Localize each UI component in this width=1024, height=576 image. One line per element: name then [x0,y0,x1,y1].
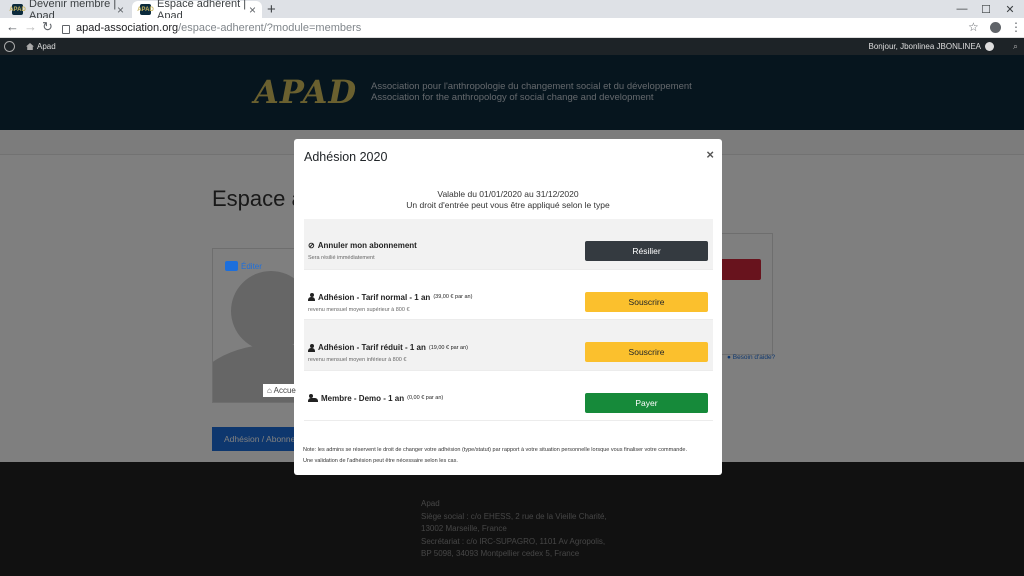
adminbar-site-link[interactable]: Apad [26,42,56,51]
avatar [985,42,994,51]
url-host: apad-association.org [76,22,179,34]
new-tab-icon[interactable]: + [267,1,276,18]
reload-icon[interactable]: ↻ [42,19,53,35]
browser-menu-icon[interactable]: ⋮ [1010,20,1022,34]
plan-name: ⊘ Annuler mon abonnement [308,241,417,250]
plan-name: Adhésion - Tarif réduit - 1 an (19,00 € … [308,343,468,352]
validity-info: Valable du 01/01/2020 au 31/12/2020 Un d… [406,189,610,210]
plan-name: Adhésion - Tarif normal - 1 an (39,00 € … [308,293,472,302]
back-icon[interactable]: ← [6,19,19,34]
edit-avatar-link[interactable]: Éditer [225,261,262,271]
cancel-subscription-button[interactable]: Résilier [585,241,708,261]
site-name: Apad [37,42,56,51]
url-path: /espace-adherent/?module=members [178,22,362,34]
membership-modal: Adhésion 2020 × Valable du 01/01/2020 au… [294,139,722,475]
window-close-icon[interactable]: ✕ [998,0,1022,18]
home-link[interactable]: ⌂ Accue [263,384,300,397]
bookmark-star-icon[interactable]: ☆ [968,20,979,34]
plan-price: (19,00 € par an) [428,344,468,351]
apad-favicon-icon: APAD [137,4,154,15]
browser-toolbar: ← → ↻ apad-association.org/espace-adhere… [0,18,1024,38]
browser-tabbar: APAD Devenir membre | Apad × APAD Espace… [0,0,1024,22]
wordpress-logo-icon[interactable] [4,41,15,52]
user-slash-icon: ⊘ [308,241,315,250]
plan-price: (0,00 € par an) [407,395,444,401]
plan-cancel: ⊘ Annuler mon abonnement Sera résilié im… [304,219,713,270]
close-tab-icon[interactable]: × [117,3,124,17]
plan-name: Membre - Demo - 1 an (0,00 € par an) [308,394,443,403]
wp-admin-bar: Apad Bonjour, Jbonlinea JBONLINEA ⌕ [0,38,1024,55]
modal-title: Adhésion 2020 [304,150,388,164]
home-icon [26,43,34,50]
plans-list: ⊘ Annuler mon abonnement Sera résilié im… [304,219,713,421]
users-icon [308,394,318,402]
plan-reduced: Adhésion - Tarif réduit - 1 an (19,00 € … [304,320,713,371]
modal-note: Note: les admins se réservent le droit d… [303,447,687,464]
plan-price: (39,00 € par an) [433,294,473,300]
forward-icon[interactable]: → [24,19,37,34]
plan-description: revenu mensuel moyen supérieur à 800 € [308,306,410,313]
subscribe-normal-button[interactable]: Souscrire [585,291,708,312]
browser-profile-icon[interactable] [990,22,1001,33]
maximize-icon[interactable]: ☐ [974,0,998,18]
user-icon [308,293,315,301]
subscribe-reduced-button[interactable]: Souscrire [585,342,708,362]
adminbar-account[interactable]: Bonjour, Jbonlinea JBONLINEA [868,42,994,51]
plan-description: Sera résilié immédiatement [308,255,375,261]
pay-button[interactable]: Payer [585,392,708,413]
address-bar[interactable]: apad-association.org/espace-adherent/?mo… [60,19,960,37]
search-icon[interactable]: ⌕ [1013,41,1018,52]
camera-icon [225,261,238,271]
minimize-icon[interactable]: — [950,0,974,18]
plan-description: revenu mensuel moyen inférieur à 800 € [308,357,407,363]
plan-normal: Adhésion - Tarif normal - 1 an (39,00 € … [304,270,713,320]
greeting-text: Bonjour, Jbonlinea JBONLINEA [868,42,981,51]
close-icon[interactable]: × [706,147,714,162]
browser-tab-espace-adherent[interactable]: APAD Espace adhérent | Apad × [132,0,262,22]
browser-tab-devenir-membre[interactable]: APAD Devenir membre | Apad × [4,0,130,22]
lock-icon [62,24,70,34]
plan-demo: Membre - Demo - 1 an (0,00 € par an) Pay… [304,371,713,421]
close-tab-icon[interactable]: × [249,3,256,17]
user-icon [308,343,315,352]
apad-favicon-icon: APAD [9,4,26,15]
